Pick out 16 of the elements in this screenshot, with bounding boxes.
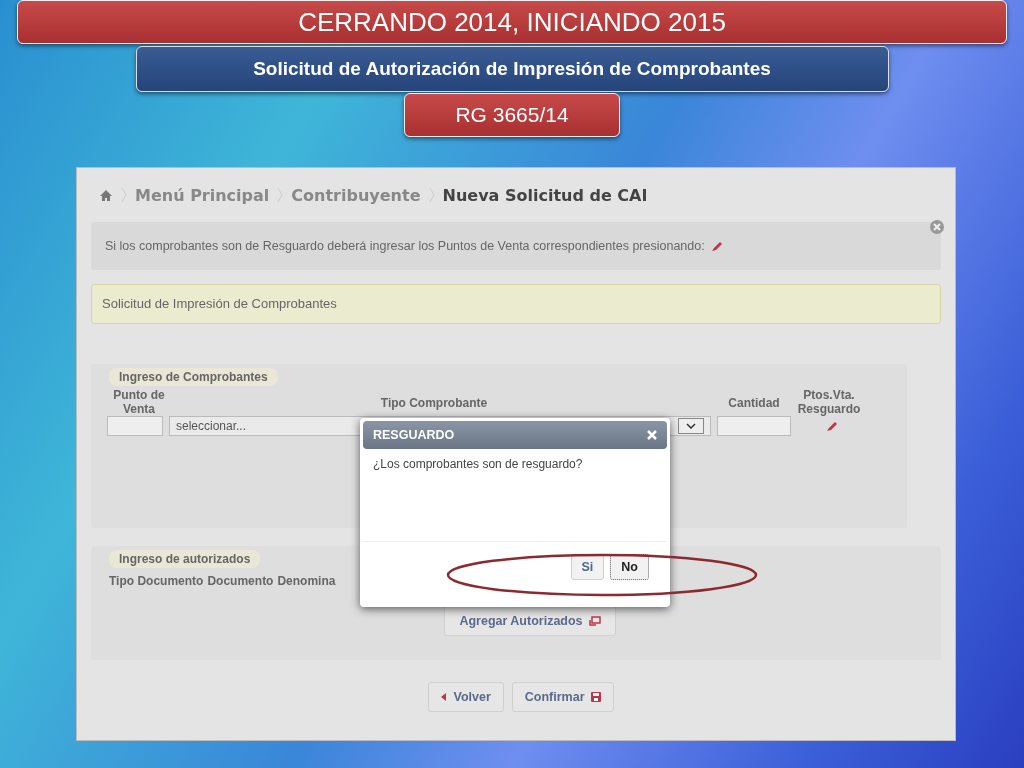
slide-title: CERRANDO 2014, INICIANDO 2015 bbox=[17, 0, 1007, 44]
dialog-message: ¿Los comprobantes son de resguardo? bbox=[363, 449, 667, 542]
column-header: Denomina bbox=[277, 574, 336, 588]
slide-tag: RG 3665/14 bbox=[404, 93, 620, 137]
fieldset-legend: Ingreso de Comprobantes bbox=[109, 368, 278, 386]
column-header: Tipo Documento bbox=[109, 574, 204, 588]
column-header: Ptos.Vta. Resguardo bbox=[796, 388, 862, 416]
slide-subtitle: Solicitud de Autorización de Impresión de Comprobantes bbox=[135, 46, 889, 92]
dialog-title: RESGUARDO bbox=[373, 428, 455, 442]
column-header: Documento bbox=[207, 574, 274, 588]
section-title: Solicitud de Impresión de Comprobantes bbox=[91, 284, 941, 324]
notice-text: Si los comprobantes son de Resguardo deberá ingresar los Puntos de Venta correspondientes presionando: bbox=[105, 239, 705, 253]
column-header: Tipo Comprobante bbox=[379, 396, 489, 410]
column-header: Punto de Venta bbox=[112, 388, 166, 416]
fieldset-legend: Ingreso de autorizados bbox=[109, 550, 261, 568]
column-header: Cantidad bbox=[727, 396, 781, 410]
